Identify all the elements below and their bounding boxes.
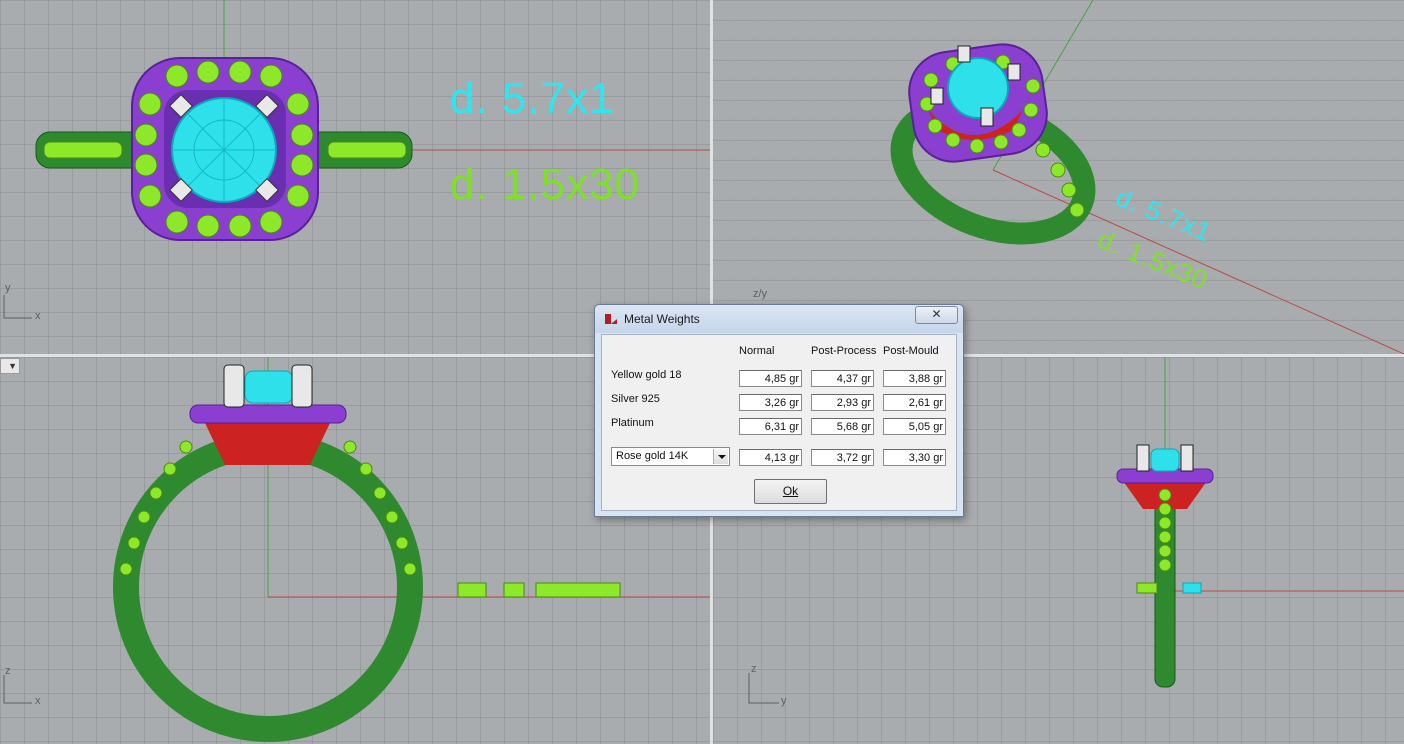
dialog-title-bar[interactable]: Metal Weights ✕ xyxy=(595,305,963,333)
pave-dimension-label: d. 1.5x30 xyxy=(450,160,641,209)
metal-select-dropdown[interactable]: Rose gold 14K xyxy=(611,447,730,466)
metal-weights-icon xyxy=(605,314,617,324)
metal-label-yellow-gold: Yellow gold 18 xyxy=(611,369,682,381)
ok-button-label: Ok xyxy=(782,484,799,498)
weight-normal-custom[interactable] xyxy=(739,449,802,466)
viewport-perspective[interactable]: z/y d. 5.7x1 d. 1.5x30 xyxy=(713,0,1404,354)
weight-post-mould-yellow-gold[interactable] xyxy=(883,370,946,387)
axis-zy-label: z/y xyxy=(753,288,768,300)
chevron-down-icon[interactable] xyxy=(713,449,728,464)
dialog-title: Metal Weights xyxy=(624,312,700,326)
weight-post-mould-platinum[interactable] xyxy=(883,418,946,435)
weight-post-process-platinum[interactable] xyxy=(811,418,874,435)
viewport-top[interactable]: y x d. 5.7x1 d. 1.5x30 xyxy=(0,0,710,354)
metal-select-value: Rose gold 14K xyxy=(616,450,689,462)
metal-label-silver: Silver 925 xyxy=(611,393,660,405)
metal-weights-dialog: Metal Weights ✕ Normal Post-Process Post… xyxy=(594,304,964,517)
ok-button[interactable]: Ok xyxy=(754,479,827,504)
weight-normal-platinum[interactable] xyxy=(739,418,802,435)
dialog-body: Normal Post-Process Post-Mould Yellow go… xyxy=(601,334,957,511)
weight-post-process-yellow-gold[interactable] xyxy=(811,370,874,387)
close-icon: ✕ xyxy=(931,307,942,321)
axis-y-label: y xyxy=(781,695,787,707)
weight-post-mould-silver[interactable] xyxy=(883,394,946,411)
weight-normal-yellow-gold[interactable] xyxy=(739,370,802,387)
column-header-post-process: Post-Process xyxy=(811,345,877,357)
stone-dimension-label: d. 5.7x1 xyxy=(450,74,615,123)
axis-z-label: z xyxy=(5,665,11,677)
weight-normal-silver[interactable] xyxy=(739,394,802,411)
axis-z-label: z xyxy=(751,663,757,675)
weight-post-process-silver[interactable] xyxy=(811,394,874,411)
axis-x-label: x xyxy=(35,695,41,707)
close-button[interactable]: ✕ xyxy=(915,306,958,324)
weight-post-mould-custom[interactable] xyxy=(883,449,946,466)
weight-post-process-custom[interactable] xyxy=(811,449,874,466)
axis-x-label: x xyxy=(35,310,41,322)
viewport-menu-dropdown[interactable]: ▼ xyxy=(0,358,20,374)
perspective-ring xyxy=(890,0,1404,354)
column-header-normal: Normal xyxy=(739,345,775,357)
metal-label-platinum: Platinum xyxy=(611,417,654,429)
axis-y-label: y xyxy=(5,282,11,294)
column-header-post-mould: Post-Mould xyxy=(883,345,939,357)
